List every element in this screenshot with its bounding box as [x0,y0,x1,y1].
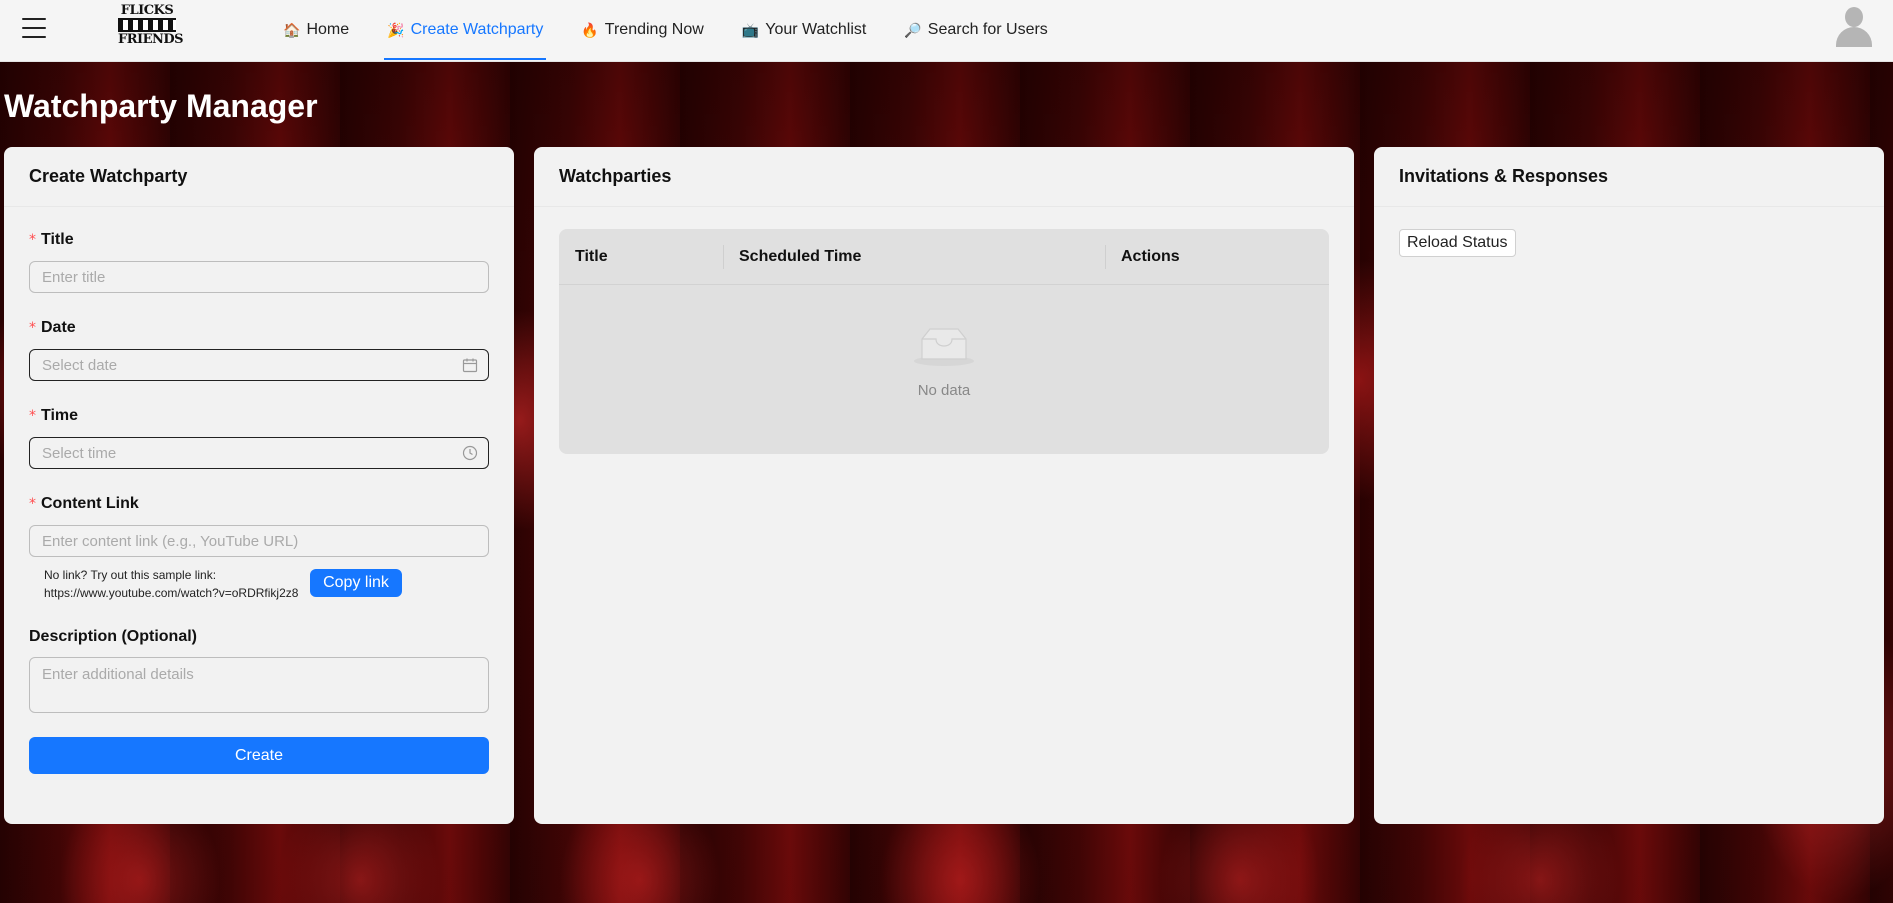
logo-text-top: FLICKS [120,3,174,18]
placeholder-text: Select date [42,356,118,374]
nav-item-label: Trending Now [604,21,704,38]
copy-link-button[interactable]: Copy link [310,569,402,597]
nav-item-trending-now[interactable]: 🔥 Trending Now [578,0,706,60]
label-text: Time [41,407,79,424]
card-title: Create Watchparty [4,147,514,207]
label-text: Title [41,231,74,248]
flicks-friends-logo[interactable]: FLICKS FRIENDS [118,3,184,46]
required-mark: * [29,232,36,248]
date-label: * Date [29,319,76,337]
label-text: Content Link [41,495,139,512]
tv-icon: 📺 [741,21,760,38]
hint-text: No link? Try out this sample link: [44,568,217,582]
column-header-title[interactable]: Title [559,229,723,285]
label-text: Date [41,319,76,336]
required-mark: * [29,408,36,424]
invitations-card: Invitations & Responses Reload Status [1374,147,1884,824]
empty-state: No data [559,325,1329,399]
sample-link-url: https://www.youtube.com/watch?v=oRDRfikj… [44,586,299,600]
empty-inbox-icon [914,328,974,366]
create-button[interactable]: Create [29,737,489,774]
nav-links: 🏠 Home 🎉 Create Watchparty 🔥 Trending No… [280,0,1083,62]
placeholder-text: Enter additional details [42,666,194,683]
menu-icon[interactable] [22,18,46,38]
placeholder-text: Select time [42,444,117,462]
fire-icon: 🔥 [581,21,599,38]
nav-item-label: Create Watchparty [410,21,544,38]
title-input[interactable]: Enter title [29,261,489,293]
nav-item-home[interactable]: 🏠 Home [280,0,352,60]
magnifier-icon: 🔎 [904,21,922,38]
nav-item-label: Home [306,21,350,38]
nav-item-create-watchparty[interactable]: 🎉 Create Watchparty [384,0,547,60]
nav-item-search-for-users[interactable]: 🔎 Search for Users [901,0,1050,60]
table-header: Title Scheduled Time Actions [559,229,1329,285]
top-navbar: FLICKS FRIENDS 🏠 Home 🎉 Create Watchpart… [0,0,1893,62]
watchparties-table: Title Scheduled Time Actions No data [559,229,1329,454]
calendar-icon [462,358,478,373]
description-label: Description (Optional) [29,628,197,645]
page-title: Watchparty Manager [4,88,318,124]
content-link-label: * Content Link [29,495,139,513]
placeholder-text: Enter title [42,268,106,286]
create-watchparty-card: Create Watchparty * Title Enter title * Da… [4,147,514,824]
card-title: Invitations & Responses [1374,147,1884,207]
nav-item-your-watchlist[interactable]: 📺 Your Watchlist [739,0,870,60]
sample-link-hint: No link? Try out this sample link: https… [44,566,298,602]
watchparties-card: Watchparties Title Scheduled Time Action… [534,147,1354,824]
empty-text: No data [917,382,971,399]
description-textarea[interactable]: Enter additional details [29,657,489,713]
column-header-actions[interactable]: Actions [1105,229,1329,285]
time-label: * Time [29,407,78,425]
logo-text-bottom: FRIENDS [118,32,184,47]
card-title: Watchparties [534,147,1354,207]
party-popper-icon: 🎉 [387,21,405,38]
nav-item-label: Your Watchlist [765,21,867,38]
nav-item-label: Search for Users [927,21,1048,38]
required-mark: * [29,320,36,336]
required-mark: * [29,496,36,512]
time-picker-input[interactable]: Select time [29,437,489,469]
film-strip-graphic [118,18,176,32]
user-avatar-icon[interactable] [1834,5,1874,47]
title-label: * Title [29,231,74,249]
column-header-scheduled-time[interactable]: Scheduled Time [723,229,1105,285]
date-picker-input[interactable]: Select date [29,349,489,381]
content-link-input[interactable]: Enter content link (e.g., YouTube URL) [29,525,489,557]
reload-status-button[interactable]: Reload Status [1399,229,1516,257]
placeholder-text: Enter content link (e.g., YouTube URL) [42,532,299,550]
house-icon: 🏠 [283,21,301,38]
clock-icon [462,445,478,461]
